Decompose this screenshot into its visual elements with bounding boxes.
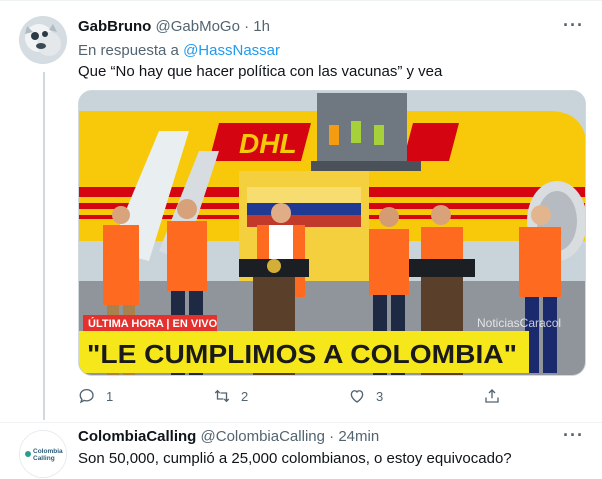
- reply-count: 1: [106, 388, 114, 404]
- share-icon: [485, 389, 499, 403]
- handle[interactable]: @GabMoGo: [156, 18, 240, 35]
- heart-icon: [350, 390, 364, 403]
- top-divider: [0, 0, 602, 1]
- tweet-1-header: GabBruno @GabMoGo · 1h: [78, 17, 270, 37]
- handle[interactable]: @ColombiaCalling: [201, 428, 325, 445]
- tweet-divider: [0, 422, 602, 423]
- share-button[interactable]: [483, 386, 501, 406]
- svg-text:Calling: Calling: [33, 455, 55, 462]
- more-options-icon[interactable]: ···: [563, 425, 584, 446]
- tweet-2-header: ColombiaCalling @ColombiaCalling · 24min: [78, 427, 379, 447]
- channel-watermark: NoticiasCaracol: [477, 316, 561, 330]
- tweet-media-image[interactable]: DHL ÚLTIMA HORA | EN VIVO "LE CUMPLIMOS …: [78, 90, 586, 376]
- like-count: 3: [376, 388, 384, 404]
- breaking-banner-text: ÚLTIMA HORA | EN VIVO: [88, 317, 218, 330]
- tweet-1-text: Que “No hay que hacer política con las v…: [78, 63, 443, 80]
- tweet-2-text: Son 50,000, cumplió a 25,000 colombianos…: [78, 450, 512, 467]
- retweet-count: 2: [241, 388, 249, 404]
- thread-connector: [43, 72, 45, 420]
- dog-avatar-icon: [19, 16, 67, 64]
- avatar-colombiacalling[interactable]: Colombia Calling: [19, 430, 67, 478]
- more-options-icon[interactable]: ···: [563, 15, 584, 36]
- avatar-gabbruno[interactable]: [19, 16, 67, 64]
- tweet-1-actions: 1 2 3: [78, 386, 508, 406]
- retweet-icon: [214, 389, 230, 403]
- svg-text:Colombia: Colombia: [33, 448, 63, 455]
- reply-button[interactable]: 1: [78, 386, 113, 406]
- like-button[interactable]: 3: [348, 386, 383, 406]
- reply-mention-link[interactable]: @HassNassar: [183, 42, 280, 59]
- retweet-button[interactable]: 2: [213, 386, 248, 406]
- colombia-calling-logo-icon: Colombia Calling: [20, 431, 66, 477]
- reply-prefix: En respuesta a: [78, 42, 179, 59]
- dot-separator: ·: [329, 428, 335, 445]
- reply-context: En respuesta a @HassNassar: [78, 41, 280, 61]
- press-conference-photo: DHL ÚLTIMA HORA | EN VIVO "LE CUMPLIMOS …: [79, 91, 585, 375]
- reply-icon: [79, 388, 94, 404]
- headline-banner-text: "LE CUMPLIMOS A COLOMBIA": [87, 339, 517, 369]
- dot-separator: ·: [244, 18, 250, 35]
- display-name[interactable]: GabBruno: [78, 18, 151, 35]
- timestamp[interactable]: 1h: [253, 18, 270, 35]
- svg-text:DHL: DHL: [239, 128, 297, 159]
- display-name[interactable]: ColombiaCalling: [78, 428, 196, 445]
- timestamp[interactable]: 24min: [338, 428, 379, 445]
